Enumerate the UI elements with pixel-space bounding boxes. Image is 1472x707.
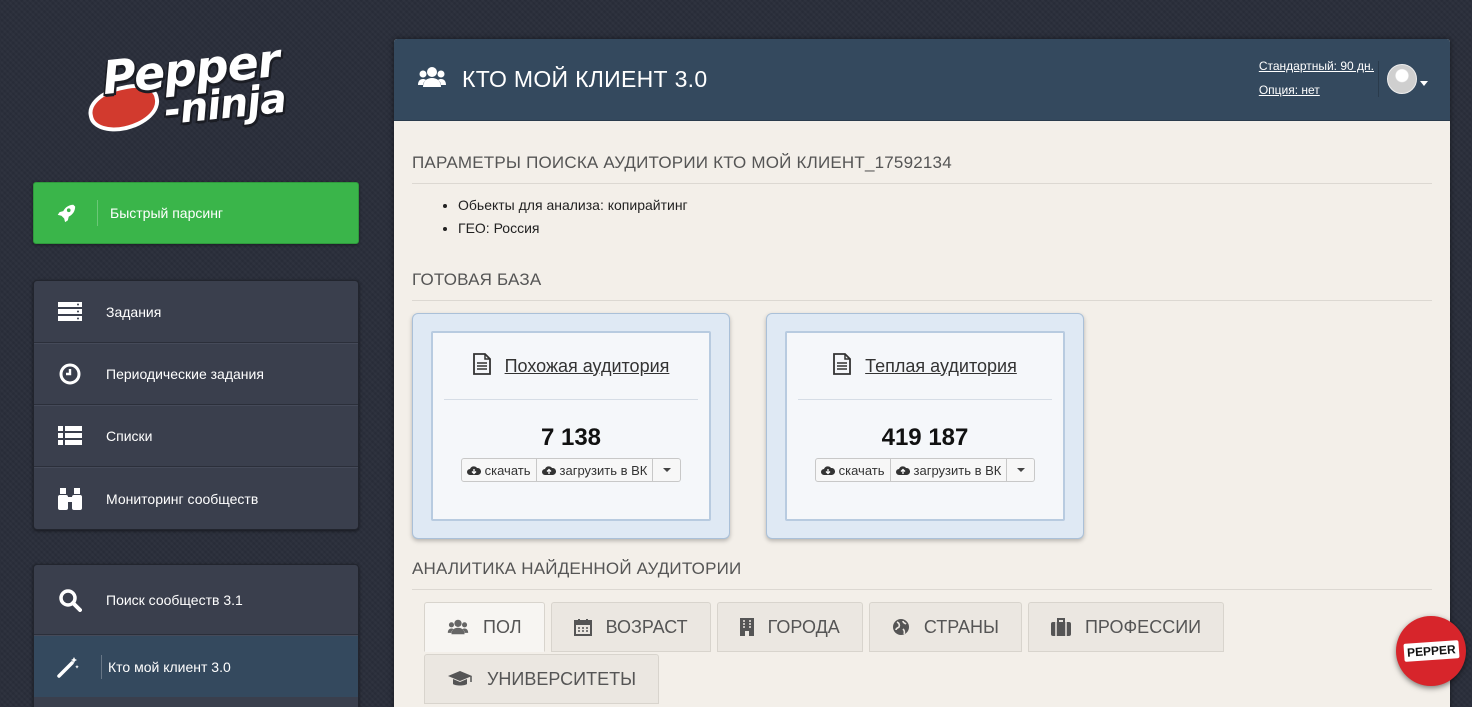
- tab-label: ГОРОДА: [767, 616, 840, 637]
- audience-card-warm: Теплая аудитория 419 187 скачать загрузи…: [766, 313, 1084, 539]
- upload-vk-button[interactable]: загрузить в ВК: [536, 458, 654, 482]
- globe-icon: [892, 618, 910, 636]
- user-menu[interactable]: [1378, 61, 1428, 97]
- pepper-ninja-logo[interactable]: Pepper -ninja: [84, 33, 314, 138]
- magic-wand-icon: [34, 654, 102, 679]
- download-button[interactable]: скачать: [460, 458, 537, 482]
- audience-card-similar: Похожая аудитория 7 138 скачать загрузит…: [412, 313, 730, 539]
- sidebar-nav-group-tools: Поиск сообществ 3.1 Кто мой клиент 3.0: [33, 564, 359, 707]
- search-params-list: Обьекты для анализа: копирайтинг ГЕО: Ро…: [458, 194, 1432, 240]
- tab-cities[interactable]: ГОРОДА: [716, 602, 863, 652]
- clock-icon: [34, 363, 106, 385]
- sidebar-item-label: Мониторинг сообществ: [106, 490, 259, 507]
- calendar-icon: [573, 618, 592, 636]
- cloud-upload-icon: [895, 465, 910, 476]
- tab-countries[interactable]: СТРАНЫ: [868, 602, 1022, 652]
- analytics-title: АНАЛИТИКА НАЙДЕННОЙ АУДИТОРИИ: [412, 559, 1432, 590]
- cloud-upload-icon: [541, 465, 556, 476]
- tab-label: ПРОФЕССИИ: [1084, 616, 1202, 637]
- document-icon: [472, 352, 491, 380]
- tab-universities[interactable]: УНИВЕРСИТЕТЫ: [424, 654, 660, 704]
- sidebar-item-lists[interactable]: Списки: [34, 405, 358, 467]
- list-item: Обьекты для анализа: копирайтинг: [458, 194, 1432, 217]
- rocket-icon: [34, 200, 98, 226]
- sidebar-item-label: Поиск сообществ 3.1: [106, 591, 243, 608]
- upload-label: загрузить в ВК: [913, 462, 1002, 478]
- briefcase-icon: [1050, 618, 1071, 636]
- audience-cards: Похожая аудитория 7 138 скачать загрузит…: [412, 313, 1432, 539]
- page-header: КТО МОЙ КЛИЕНТ 3.0 Стандартный: 90 дн. О…: [394, 39, 1450, 121]
- sidebar-item-who-is-my-client[interactable]: Кто мой клиент 3.0: [34, 635, 358, 697]
- tab-label: ПОЛ: [483, 616, 522, 637]
- binoculars-icon: [34, 487, 106, 510]
- page-title: КТО МОЙ КЛИЕНТ 3.0: [462, 66, 708, 92]
- quick-parse-label: Быстрый парсинг: [110, 205, 224, 221]
- sidebar-nav-group-main: Задания Периодические задания Списки Мон…: [33, 280, 359, 530]
- card-actions: скачать загрузить в ВК: [798, 458, 1052, 482]
- caret-down-icon: [1016, 468, 1025, 472]
- upload-vk-button[interactable]: загрузить в ВК: [890, 458, 1008, 482]
- tab-label: СТРАНЫ: [923, 616, 999, 637]
- ready-database-title: ГОТОВАЯ БАЗА: [412, 270, 1432, 301]
- server-icon: [34, 301, 106, 322]
- audience-link[interactable]: Похожая аудитория: [505, 356, 670, 377]
- quick-parse-button[interactable]: Быстрый парсинг: [33, 182, 359, 244]
- tab-label: УНИВЕРСИТЕТЫ: [487, 668, 637, 689]
- document-icon: [833, 352, 852, 380]
- plan-link[interactable]: Стандартный: 90 дн.: [1259, 54, 1374, 78]
- sidebar-item-label: Списки: [106, 428, 153, 444]
- download-label: скачать: [838, 462, 885, 478]
- users-icon: [418, 66, 446, 93]
- cloud-download-icon: [820, 465, 835, 476]
- chevron-down-icon: [1420, 80, 1428, 86]
- sidebar-item-label: Периодические задания: [106, 366, 264, 382]
- pepper-chat-button[interactable]: PEPPER: [1396, 616, 1466, 686]
- list-item: ГЕО: Россия: [458, 217, 1432, 240]
- tab-age[interactable]: ВОЗРАСТ: [550, 602, 711, 652]
- sidebar-item-community-search[interactable]: Поиск сообществ 3.1: [34, 565, 358, 635]
- card-actions: скачать загрузить в ВК: [444, 458, 698, 482]
- download-button[interactable]: скачать: [814, 458, 891, 482]
- audience-count: 7 138: [540, 424, 602, 451]
- option-link[interactable]: Опция: нет: [1259, 78, 1374, 102]
- sidebar-item-label: Задания: [106, 303, 162, 320]
- list-icon: [34, 426, 106, 446]
- building-icon: [739, 618, 754, 636]
- audience-count: 419 187: [881, 424, 969, 451]
- audience-link[interactable]: Теплая аудитория: [865, 356, 1017, 377]
- upload-label: загрузить в ВК: [559, 462, 648, 478]
- sidebar-item-periodic-tasks[interactable]: Периодические задания: [34, 343, 358, 405]
- pepper-badge-label: PEPPER: [1403, 640, 1459, 662]
- graduation-cap-icon: [447, 670, 473, 688]
- tab-label: ВОЗРАСТ: [605, 616, 688, 637]
- download-label: скачать: [484, 462, 531, 478]
- more-actions-dropdown[interactable]: [1007, 458, 1036, 482]
- avatar: [1387, 64, 1417, 94]
- more-actions-dropdown[interactable]: [653, 458, 682, 482]
- search-params-title: ПАРАМЕТРЫ ПОИСКА АУДИТОРИИ КТО МОЙ КЛИЕН…: [412, 153, 1432, 184]
- plan-info: Стандартный: 90 дн. Опция: нет: [1259, 54, 1374, 102]
- caret-down-icon: [662, 468, 671, 472]
- sidebar-item-tasks[interactable]: Задания: [34, 281, 358, 343]
- main-panel: КТО МОЙ КЛИЕНТ 3.0 Стандартный: 90 дн. О…: [394, 39, 1450, 707]
- tab-gender[interactable]: ПОЛ: [424, 602, 545, 652]
- analytics-tabs: ПОЛ ВОЗРАСТ ГОРОДА СТРАНЫ ПРОФЕССИИ УНИВ…: [424, 602, 1284, 704]
- search-icon: [34, 588, 106, 612]
- users-icon: [447, 619, 469, 635]
- sidebar-item-label: Кто мой клиент 3.0: [108, 658, 231, 675]
- tab-professions[interactable]: ПРОФЕССИИ: [1027, 602, 1225, 652]
- sidebar-item-community-monitoring[interactable]: Мониторинг сообществ: [34, 467, 358, 529]
- cloud-download-icon: [466, 465, 481, 476]
